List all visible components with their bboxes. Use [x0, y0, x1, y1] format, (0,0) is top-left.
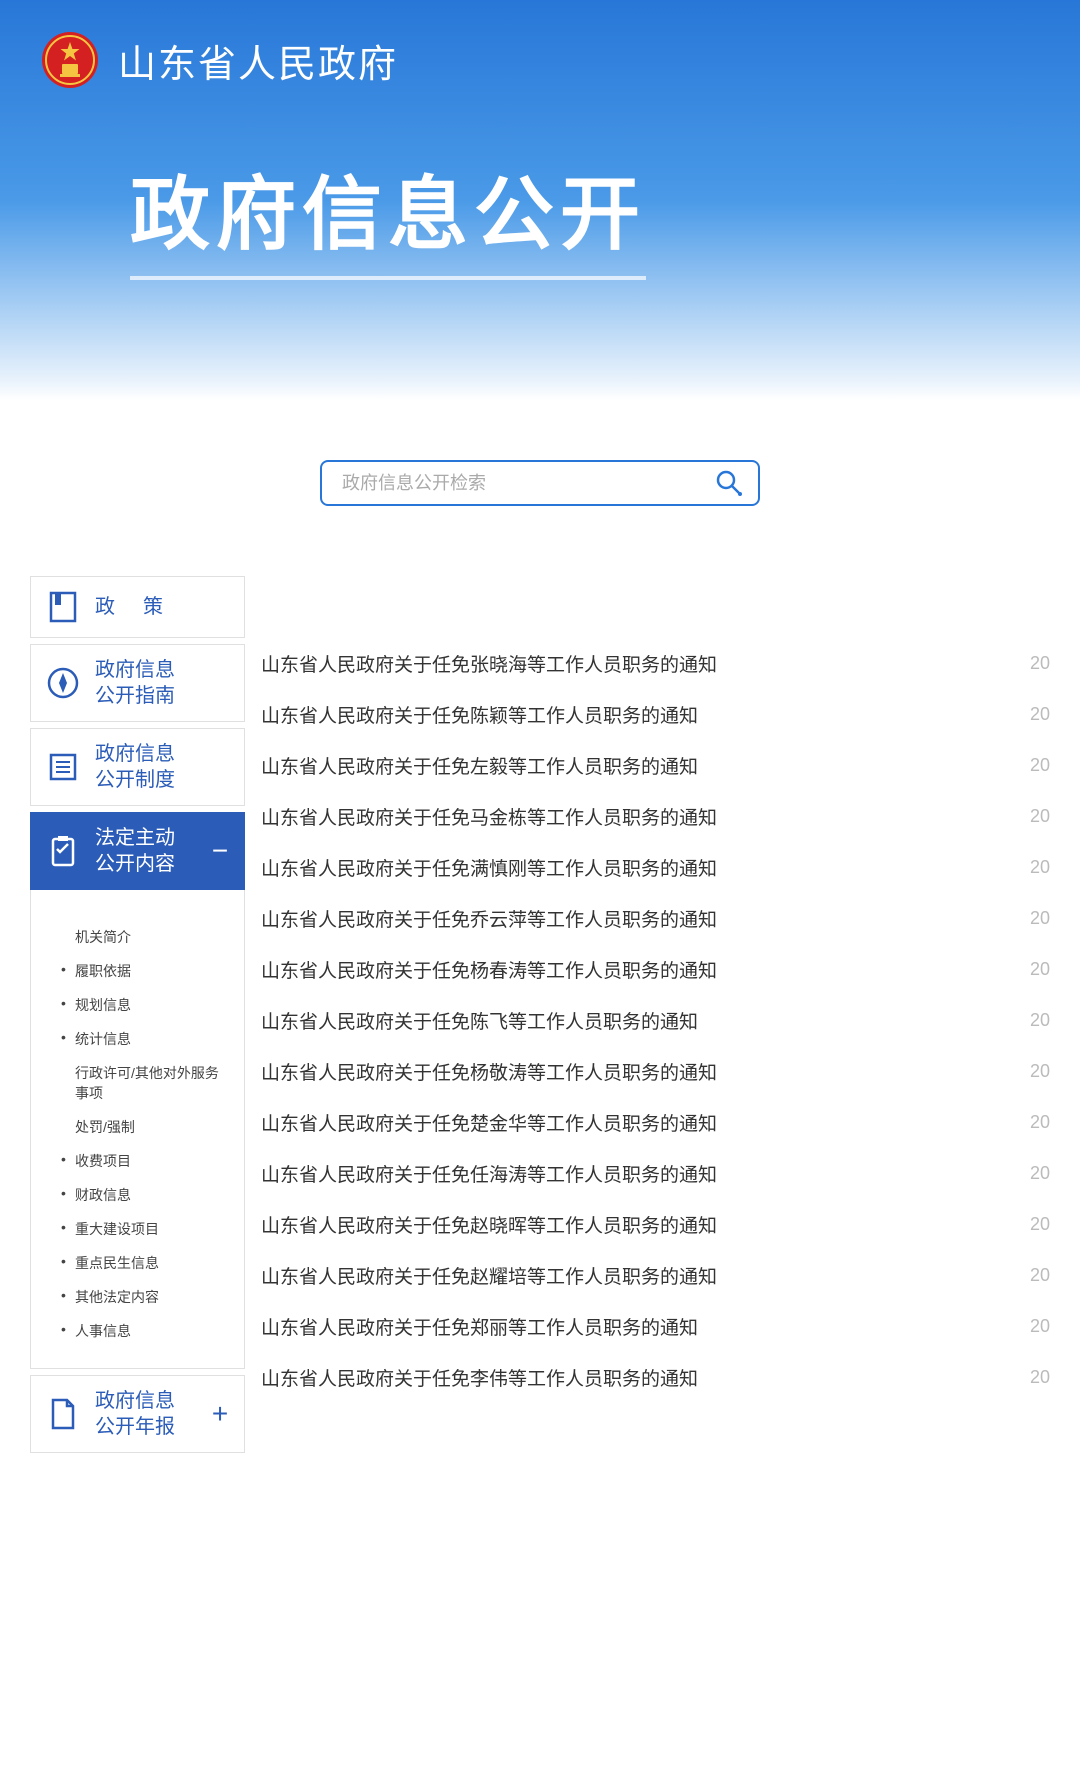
expand-icon: + — [210, 1398, 230, 1430]
search-button[interactable] — [712, 466, 746, 500]
notice-date: 20 — [1030, 908, 1050, 929]
sidebar-subitem[interactable]: 人事信息 — [61, 1314, 226, 1348]
notice-date: 20 — [1030, 1214, 1050, 1235]
sidebar-subitem[interactable]: 收费项目 — [61, 1144, 226, 1178]
notice-title: 山东省人民政府关于任免郑丽等工作人员职务的通知 — [261, 1313, 698, 1340]
hero-banner: 山东省人民政府 政府信息公开 — [0, 0, 1080, 400]
sidebar-subitem[interactable]: 机关简介 — [61, 920, 226, 954]
sidebar-item-guide[interactable]: 政府信息 公开指南 — [30, 644, 245, 722]
notice-row[interactable]: 山东省人民政府关于任免乔云萍等工作人员职务的通知 20 — [261, 893, 1050, 944]
notice-title: 山东省人民政府关于任免马金栋等工作人员职务的通知 — [261, 803, 717, 830]
sidebar-item-label: 政府信息 公开制度 — [95, 741, 230, 793]
notice-date: 20 — [1030, 1061, 1050, 1082]
notice-row[interactable]: 山东省人民政府关于任免楚金华等工作人员职务的通知 20 — [261, 1097, 1050, 1148]
search-box — [320, 460, 760, 506]
notice-title: 山东省人民政府关于任免陈颖等工作人员职务的通知 — [261, 701, 698, 728]
notice-row[interactable]: 山东省人民政府关于任免郑丽等工作人员职务的通知 20 — [261, 1301, 1050, 1352]
sidebar-subitem[interactable]: 其他法定内容 — [61, 1280, 226, 1314]
sidebar-item-label: 政府信息 公开指南 — [95, 657, 230, 709]
sidebar-subitem[interactable]: 履职依据 — [61, 954, 226, 988]
sidebar-subitem[interactable]: 行政许可/其他对外服务事项 — [61, 1056, 226, 1110]
compass-icon — [45, 665, 81, 701]
collapse-icon: − — [210, 835, 230, 867]
sidebar-subitem[interactable]: 规划信息 — [61, 988, 226, 1022]
notice-date: 20 — [1030, 1367, 1050, 1388]
sidebar-subitem[interactable]: 重点民生信息 — [61, 1246, 226, 1280]
sidebar-item-label: 法定主动 公开内容 — [95, 825, 196, 877]
notice-date: 20 — [1030, 1316, 1050, 1337]
search-row — [0, 400, 1080, 576]
sidebar-subitem[interactable]: 财政信息 — [61, 1178, 226, 1212]
search-icon — [714, 468, 744, 498]
notice-title: 山东省人民政府关于任免杨春涛等工作人员职务的通知 — [261, 956, 717, 983]
sidebar-item-label: 政策 — [95, 594, 230, 620]
national-emblem-icon — [40, 30, 100, 90]
notice-row[interactable]: 山东省人民政府关于任免左毅等工作人员职务的通知 20 — [261, 740, 1050, 791]
notice-row[interactable]: 山东省人民政府关于任免杨敬涛等工作人员职务的通知 20 — [261, 1046, 1050, 1097]
sidebar-item-annual[interactable]: 政府信息 公开年报 + — [30, 1375, 245, 1453]
sidebar-item-statutory[interactable]: 法定主动 公开内容− — [30, 812, 245, 890]
notice-date: 20 — [1030, 857, 1050, 878]
list-doc-icon — [45, 749, 81, 785]
sidebar-item-policy[interactable]: 政策 — [30, 576, 245, 638]
notice-date: 20 — [1030, 1112, 1050, 1133]
notice-date: 20 — [1030, 806, 1050, 827]
notice-row[interactable]: 山东省人民政府关于任免赵晓晖等工作人员职务的通知 20 — [261, 1199, 1050, 1250]
notice-title: 山东省人民政府关于任免赵晓晖等工作人员职务的通知 — [261, 1211, 717, 1238]
sidebar-subitem[interactable]: 处罚/强制 — [61, 1110, 226, 1144]
doc-fold-icon — [45, 1396, 81, 1432]
notice-title: 山东省人民政府关于任免楚金华等工作人员职务的通知 — [261, 1109, 717, 1136]
notice-date: 20 — [1030, 1163, 1050, 1184]
notice-row[interactable]: 山东省人民政府关于任免陈飞等工作人员职务的通知 20 — [261, 995, 1050, 1046]
notice-row[interactable]: 山东省人民政府关于任免李伟等工作人员职务的通知 20 — [261, 1352, 1050, 1403]
sidebar-item-label: 政府信息 公开年报 — [95, 1388, 196, 1440]
notice-date: 20 — [1030, 653, 1050, 674]
notice-list: 山东省人民政府关于任免张晓海等工作人员职务的通知20山东省人民政府关于任免陈颖等… — [261, 576, 1050, 1459]
sidebar-subitem[interactable]: 统计信息 — [61, 1022, 226, 1056]
site-name: 山东省人民政府 — [118, 33, 398, 88]
doc-bookmark-icon — [45, 589, 81, 625]
notice-title: 山东省人民政府关于任免张晓海等工作人员职务的通知 — [261, 650, 717, 677]
hero-title: 政府信息公开 — [130, 150, 646, 280]
main-content: 政策政府信息 公开指南政府信息 公开制度法定主动 公开内容−机关简介履职依据规划… — [0, 576, 1080, 1459]
notice-title: 山东省人民政府关于任免乔云萍等工作人员职务的通知 — [261, 905, 717, 932]
notice-title: 山东省人民政府关于任免满慎刚等工作人员职务的通知 — [261, 854, 717, 881]
notice-date: 20 — [1030, 1010, 1050, 1031]
sidebar: 政策政府信息 公开指南政府信息 公开制度法定主动 公开内容−机关简介履职依据规划… — [30, 576, 245, 1459]
sidebar-subitem[interactable]: 重大建设项目 — [61, 1212, 226, 1246]
notice-row[interactable]: 山东省人民政府关于任免陈颖等工作人员职务的通知 20 — [261, 689, 1050, 740]
site-brand: 山东省人民政府 — [40, 30, 1080, 90]
notice-title: 山东省人民政府关于任免赵耀培等工作人员职务的通知 — [261, 1262, 717, 1289]
notice-row[interactable]: 山东省人民政府关于任免张晓海等工作人员职务的通知 20 — [261, 638, 1050, 689]
notice-title: 山东省人民政府关于任免陈飞等工作人员职务的通知 — [261, 1007, 698, 1034]
notice-row[interactable]: 山东省人民政府关于任免满慎刚等工作人员职务的通知 20 — [261, 842, 1050, 893]
notice-title: 山东省人民政府关于任免李伟等工作人员职务的通知 — [261, 1364, 698, 1391]
notice-title: 山东省人民政府关于任免左毅等工作人员职务的通知 — [261, 752, 698, 779]
sidebar-sublist: 机关简介履职依据规划信息统计信息行政许可/其他对外服务事项处罚/强制收费项目财政… — [30, 890, 245, 1369]
notice-title: 山东省人民政府关于任免任海涛等工作人员职务的通知 — [261, 1160, 717, 1187]
notice-row[interactable]: 山东省人民政府关于任免马金栋等工作人员职务的通知 20 — [261, 791, 1050, 842]
notice-date: 20 — [1030, 1265, 1050, 1286]
notice-row[interactable]: 山东省人民政府关于任免任海涛等工作人员职务的通知 20 — [261, 1148, 1050, 1199]
notice-date: 20 — [1030, 959, 1050, 980]
notice-row[interactable]: 山东省人民政府关于任免赵耀培等工作人员职务的通知 20 — [261, 1250, 1050, 1301]
sidebar-item-system[interactable]: 政府信息 公开制度 — [30, 728, 245, 806]
clipboard-icon — [45, 833, 81, 869]
notice-row[interactable]: 山东省人民政府关于任免杨春涛等工作人员职务的通知 20 — [261, 944, 1050, 995]
notice-title: 山东省人民政府关于任免杨敬涛等工作人员职务的通知 — [261, 1058, 717, 1085]
search-input[interactable] — [342, 473, 712, 494]
notice-date: 20 — [1030, 704, 1050, 725]
notice-date: 20 — [1030, 755, 1050, 776]
